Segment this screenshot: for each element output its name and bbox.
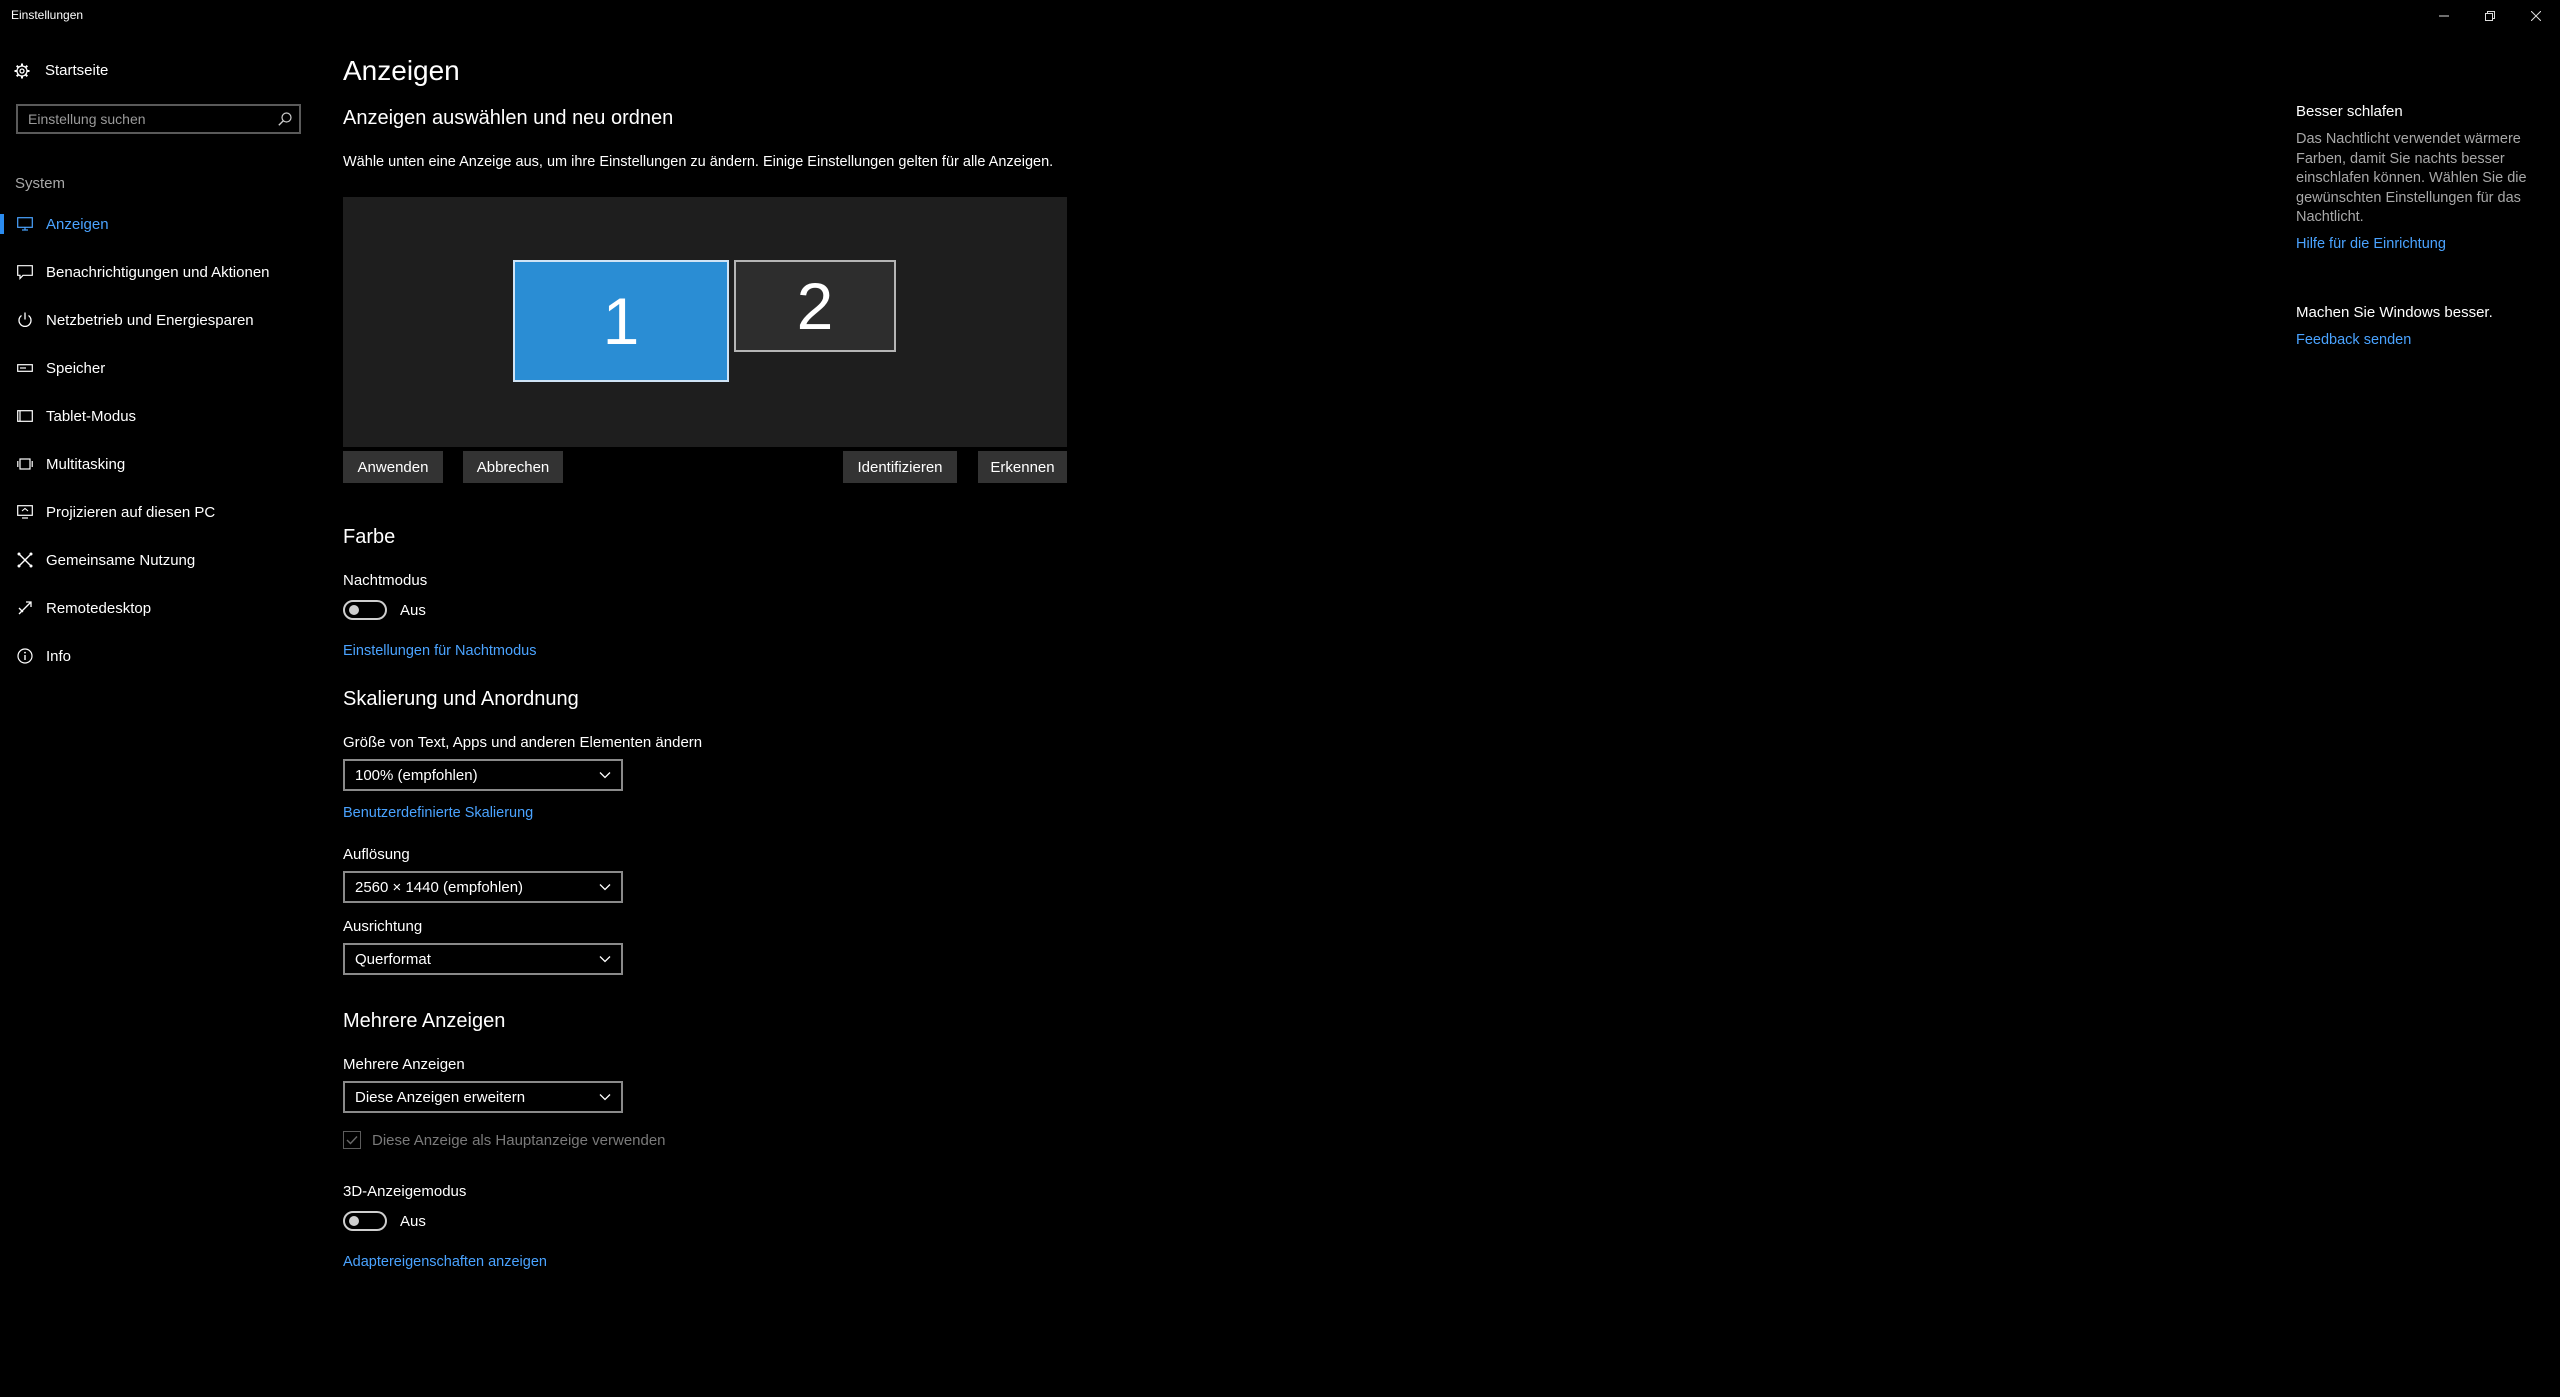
orientation-dropdown[interactable]: Querformat bbox=[343, 943, 623, 975]
sidebar-item-speicher[interactable]: Speicher bbox=[0, 348, 320, 388]
sidebar-item-info[interactable]: Info bbox=[0, 636, 320, 676]
multitasking-icon bbox=[17, 458, 33, 470]
search-input[interactable] bbox=[18, 110, 278, 128]
primary-display-label: Diese Anzeige als Hauptanzeige verwenden bbox=[372, 1131, 666, 1149]
sidebar-item-label: Remotedesktop bbox=[46, 599, 152, 617]
night-mode-state: Aus bbox=[400, 602, 426, 619]
size-label: Größe von Text, Apps und anderen Element… bbox=[343, 734, 703, 751]
color-heading: Farbe bbox=[343, 526, 396, 548]
close-icon bbox=[2531, 11, 2541, 21]
search-box[interactable] bbox=[16, 104, 301, 134]
power-icon bbox=[18, 312, 32, 327]
mode3d-label: 3D-Anzeigemodus bbox=[343, 1183, 467, 1200]
resolution-label: Auflösung bbox=[343, 846, 410, 863]
sidebar-item-label: Projizieren auf diesen PC bbox=[46, 503, 216, 521]
sidebar-item-benachrichtigungen[interactable]: Benachrichtigungen und Aktionen bbox=[0, 252, 320, 292]
multi-display-heading: Mehrere Anzeigen bbox=[343, 1010, 506, 1032]
detect-button[interactable]: Erkennen bbox=[978, 451, 1067, 483]
monitor-2[interactable]: 2 bbox=[734, 260, 896, 352]
gear-icon bbox=[14, 63, 30, 78]
minimize-button[interactable] bbox=[2421, 0, 2467, 32]
night-mode-toggle[interactable] bbox=[343, 600, 387, 620]
resolution-dropdown[interactable]: 2560 × 1440 (empfohlen) bbox=[343, 871, 623, 903]
setup-help-link[interactable]: Hilfe für die Einrichtung bbox=[2296, 236, 2446, 252]
multi-display-value: Diese Anzeigen erweitern bbox=[355, 1088, 526, 1106]
adapter-properties-link[interactable]: Adaptereigenschaften anzeigen bbox=[343, 1254, 547, 1270]
night-mode-label: Nachtmodus bbox=[343, 572, 428, 589]
restore-button[interactable] bbox=[2467, 0, 2513, 32]
chevron-down-icon bbox=[599, 956, 611, 963]
sidebar-item-tablet[interactable]: Tablet-Modus bbox=[0, 396, 320, 436]
project-icon bbox=[17, 505, 33, 519]
arrange-heading: Anzeigen auswählen und neu ordnen bbox=[343, 107, 674, 129]
drive-icon bbox=[17, 364, 33, 372]
feedback-link[interactable]: Feedback senden bbox=[2296, 332, 2411, 348]
multi-display-dropdown[interactable]: Diese Anzeigen erweitern bbox=[343, 1081, 623, 1113]
sleep-title: Besser schlafen bbox=[2296, 103, 2403, 120]
home-link[interactable]: Startseite bbox=[14, 62, 108, 79]
tablet-icon bbox=[17, 410, 33, 422]
resolution-value: 2560 × 1440 (empfohlen) bbox=[355, 878, 524, 896]
close-button[interactable] bbox=[2513, 0, 2559, 32]
sidebar-item-label: Speicher bbox=[46, 359, 106, 377]
sidebar-item-label: Gemeinsame Nutzung bbox=[46, 551, 196, 569]
chevron-down-icon bbox=[599, 884, 611, 891]
chevron-down-icon bbox=[599, 772, 611, 779]
page-title: Anzeigen bbox=[343, 55, 460, 86]
window-title: Einstellungen bbox=[11, 8, 84, 22]
identify-button[interactable]: Identifizieren bbox=[843, 451, 957, 483]
scale-dropdown[interactable]: 100% (empfohlen) bbox=[343, 759, 623, 791]
orientation-label: Ausrichtung bbox=[343, 918, 423, 935]
cancel-button[interactable]: Abbrechen bbox=[463, 451, 563, 483]
primary-display-checkbox-row[interactable]: Diese Anzeige als Hauptanzeige verwenden bbox=[343, 1131, 666, 1149]
info-icon bbox=[17, 648, 33, 664]
sidebar-item-label: Multitasking bbox=[46, 455, 126, 473]
sidebar-item-label: Info bbox=[46, 647, 72, 665]
home-label: Startseite bbox=[45, 62, 109, 79]
sidebar-item-anzeigen[interactable]: Anzeigen bbox=[0, 204, 320, 244]
minimize-icon bbox=[2439, 15, 2449, 17]
sidebar-item-remotedesktop[interactable]: Remotedesktop bbox=[0, 588, 320, 628]
share-icon bbox=[17, 552, 33, 568]
custom-scaling-link[interactable]: Benutzerdefinierte Skalierung bbox=[343, 805, 533, 821]
sidebar-item-netzbetrieb[interactable]: Netzbetrieb und Energiesparen bbox=[0, 300, 320, 340]
message-icon bbox=[17, 264, 33, 280]
orientation-value: Querformat bbox=[355, 950, 431, 968]
feedback-title: Machen Sie Windows besser. bbox=[2296, 304, 2493, 321]
mode3d-state: Aus bbox=[400, 1213, 426, 1230]
mode3d-toggle[interactable] bbox=[343, 1211, 387, 1231]
sleep-text: Das Nachtlicht verwendet wärmere Farben,… bbox=[2296, 131, 2527, 225]
monitor-icon bbox=[17, 217, 33, 231]
sidebar-item-label: Benachrichtigungen und Aktionen bbox=[46, 263, 270, 281]
search-icon[interactable] bbox=[278, 112, 292, 126]
arrange-description: Wähle unten eine Anzeige aus, um ihre Ei… bbox=[343, 154, 1054, 170]
sidebar-item-label: Netzbetrieb und Energiesparen bbox=[46, 311, 254, 329]
section-label: System bbox=[15, 175, 66, 192]
sidebar-item-projizieren[interactable]: Projizieren auf diesen PC bbox=[0, 492, 320, 532]
night-mode-settings-link[interactable]: Einstellungen für Nachtmodus bbox=[343, 643, 536, 659]
sidebar-item-label: Tablet-Modus bbox=[46, 407, 137, 425]
primary-display-checkbox[interactable] bbox=[343, 1131, 361, 1149]
scale-value: 100% (empfohlen) bbox=[355, 766, 478, 784]
monitor-1[interactable]: 1 bbox=[513, 260, 729, 382]
sidebar-item-gemeinsame-nutzung[interactable]: Gemeinsame Nutzung bbox=[0, 540, 320, 580]
remote-icon bbox=[18, 601, 32, 615]
chevron-down-icon bbox=[599, 1094, 611, 1101]
restore-icon bbox=[2485, 11, 2495, 21]
scale-heading: Skalierung und Anordnung bbox=[343, 688, 579, 710]
sidebar-item-multitasking[interactable]: Multitasking bbox=[0, 444, 320, 484]
apply-button[interactable]: Anwenden bbox=[343, 451, 443, 483]
checkmark-icon bbox=[346, 1136, 358, 1145]
sidebar-item-label: Anzeigen bbox=[46, 215, 109, 233]
multi-display-label: Mehrere Anzeigen bbox=[343, 1056, 465, 1073]
